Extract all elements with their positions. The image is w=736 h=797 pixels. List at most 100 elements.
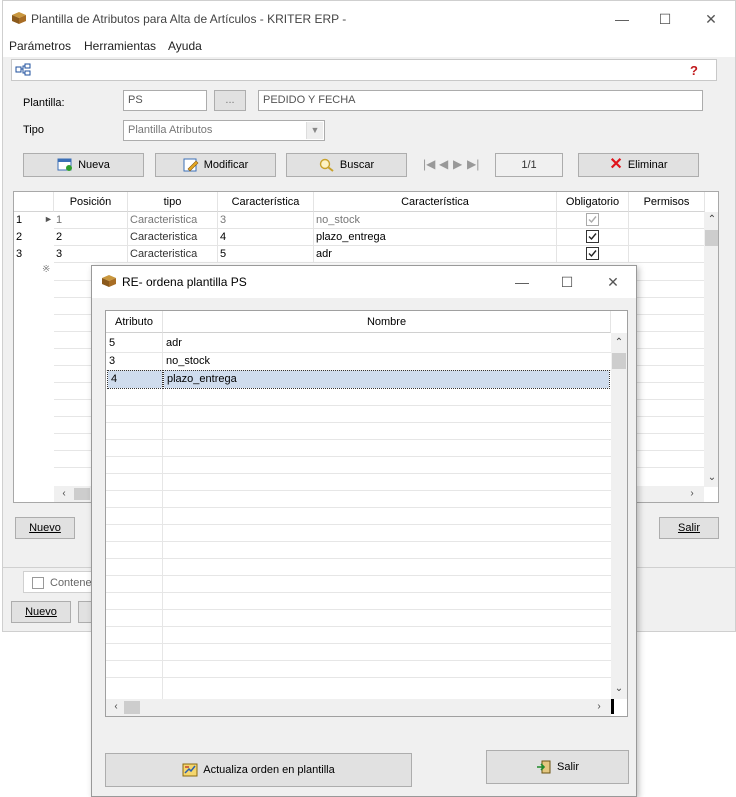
obligatorio-checkbox[interactable] [586,213,599,226]
chevron-down-icon[interactable]: ▼ [306,122,323,139]
delete-x-icon: ✕ [609,156,623,174]
checkmark-icon [588,250,597,258]
exit-door-icon [536,760,551,774]
tipo-select[interactable]: Plantilla Atributos ▼ [123,120,325,141]
scroll-down-icon[interactable]: ⌄ [611,681,627,697]
menu-parametros[interactable]: Parámetros [9,39,71,53]
obligatorio-checkbox[interactable] [586,230,599,243]
grid-cell-caracteristica-id[interactable]: 3 [218,212,314,229]
nuevo-button-label: Nuevo [29,522,61,534]
close-icon[interactable]: ✕ [695,7,727,31]
grid-cell-caracteristica-name[interactable]: adr [314,246,557,263]
list-header-atributo[interactable]: Atributo [106,311,163,333]
grid-header-obligatorio[interactable]: Obligatorio [557,192,629,212]
nueva-button-label: Nueva [78,159,110,171]
list-line [106,609,611,610]
next-record-icon[interactable]: ▶ [453,157,462,171]
grid-cell-posicion[interactable]: 1 [54,212,128,229]
scroll-right-icon[interactable]: › [591,699,607,715]
dialog-close-icon[interactable]: ✕ [597,270,629,294]
app-box-icon [12,12,26,24]
list-line [106,592,611,593]
actualiza-orden-button[interactable]: Actualiza orden en plantilla [105,753,412,787]
plantilla-description-field[interactable]: PEDIDO Y FECHA [258,90,703,111]
nueva-button[interactable]: Nueva [23,153,144,177]
grid-cell-posicion[interactable]: 2 [54,229,128,246]
plantilla-code-field[interactable]: PS [123,90,207,111]
dialog-minimize-icon[interactable]: — [506,270,538,294]
grid-cell-tipo[interactable]: Caracteristica [128,229,218,246]
last-record-icon[interactable]: ▶| [467,157,479,171]
list-header-nombre[interactable]: Nombre [163,311,611,333]
scroll-right-icon[interactable]: › [684,486,700,502]
scroll-up-icon[interactable]: ⌃ [611,335,627,351]
grid-header-caracteristica-name[interactable]: Característica [314,192,557,212]
nuevo-button[interactable]: Nuevo [15,517,75,539]
grid-vertical-scrollbar[interactable]: ⌃ ⌄ [704,212,718,487]
list-cell-atributo[interactable]: 3 [106,353,163,370]
first-record-icon[interactable]: |◀ [423,157,435,171]
new-window-icon [57,158,73,172]
grid-row-number: 3 [16,248,23,260]
eliminar-button-label: Eliminar [627,159,668,171]
checkmark-icon [588,216,597,224]
scroll-thumb[interactable] [124,701,140,714]
list-cell-nombre[interactable]: no_stock [163,353,611,370]
grid-cell-tipo[interactable]: Caracteristica [128,246,218,263]
grid-cell-caracteristica-id[interactable]: 4 [218,229,314,246]
scroll-thumb[interactable] [74,488,90,500]
scroll-left-icon[interactable]: ‹ [56,486,72,502]
svg-text:?: ? [690,63,698,77]
plantilla-browse-button[interactable]: ... [214,90,246,111]
minimize-icon[interactable]: — [606,7,638,31]
edit-pencil-icon [183,158,199,172]
modificar-button[interactable]: Modificar [155,153,276,177]
grid-cell-caracteristica-name[interactable]: no_stock [314,212,557,229]
list-line [106,490,611,491]
list-cell-atributo[interactable]: 5 [106,335,163,352]
grid-cell-caracteristica-id[interactable]: 5 [218,246,314,263]
grid-header-permisos[interactable]: Permisos [629,192,705,212]
nuevo-button-secondary-label: Nuevo [25,606,57,618]
grid-cell-permisos[interactable] [629,212,705,229]
plantilla-label: Plantilla: [23,97,65,109]
list-cell-nombre-selected[interactable]: plazo_entrega [163,370,610,389]
grid-header-posicion[interactable]: Posición [54,192,128,212]
grid-cell-caracteristica-name[interactable]: plazo_entrega [314,229,557,246]
help-question-icon[interactable]: ? [688,63,702,77]
grid-cell-permisos[interactable] [629,246,705,263]
previous-record-icon[interactable]: ◀ [439,157,448,171]
maximize-icon[interactable]: ☐ [649,7,681,31]
scroll-left-icon[interactable]: ‹ [108,699,124,715]
scroll-thumb[interactable] [705,230,718,246]
scroll-down-icon[interactable]: ⌄ [704,470,718,486]
grid-cell-tipo[interactable]: Caracteristica [128,212,218,229]
salir-button[interactable]: Salir [659,517,719,539]
grid-header-row-number [14,192,54,212]
grid-cell-posicion[interactable]: 3 [54,246,128,263]
list-line [106,422,611,423]
salir-button-label: Salir [677,522,700,534]
menu-herramientas[interactable]: Herramientas [84,39,156,53]
list-cell-atributo-selected[interactable]: 4 [107,370,163,389]
dialog-maximize-icon[interactable]: ☐ [551,270,583,294]
tree-structure-icon[interactable] [15,63,31,77]
buscar-button[interactable]: Buscar [286,153,407,177]
tipo-label: Tipo [23,124,44,136]
list-line [106,677,611,678]
nuevo-button-secondary[interactable]: Nuevo [11,601,71,623]
contenedor-checkbox[interactable] [32,577,44,589]
scroll-up-icon[interactable]: ⌃ [704,212,718,228]
list-vertical-scrollbar[interactable]: ⌃ ⌄ [611,333,627,699]
list-horizontal-scrollbar[interactable]: ‹ › [106,699,611,716]
dialog-salir-button[interactable]: Salir [486,750,629,784]
obligatorio-checkbox[interactable] [586,247,599,260]
atributos-list[interactable]: Atributo Nombre 5 adr 3 no_stock 4 plazo… [105,310,628,717]
grid-cell-permisos[interactable] [629,229,705,246]
grid-header-tipo[interactable]: tipo [128,192,218,212]
scroll-thumb[interactable] [612,353,626,369]
grid-header-caracteristica-id[interactable]: Característica [218,192,314,212]
list-cell-nombre[interactable]: adr [163,335,611,352]
menu-ayuda[interactable]: Ayuda [168,39,202,53]
eliminar-button[interactable]: ✕ Eliminar [578,153,699,177]
